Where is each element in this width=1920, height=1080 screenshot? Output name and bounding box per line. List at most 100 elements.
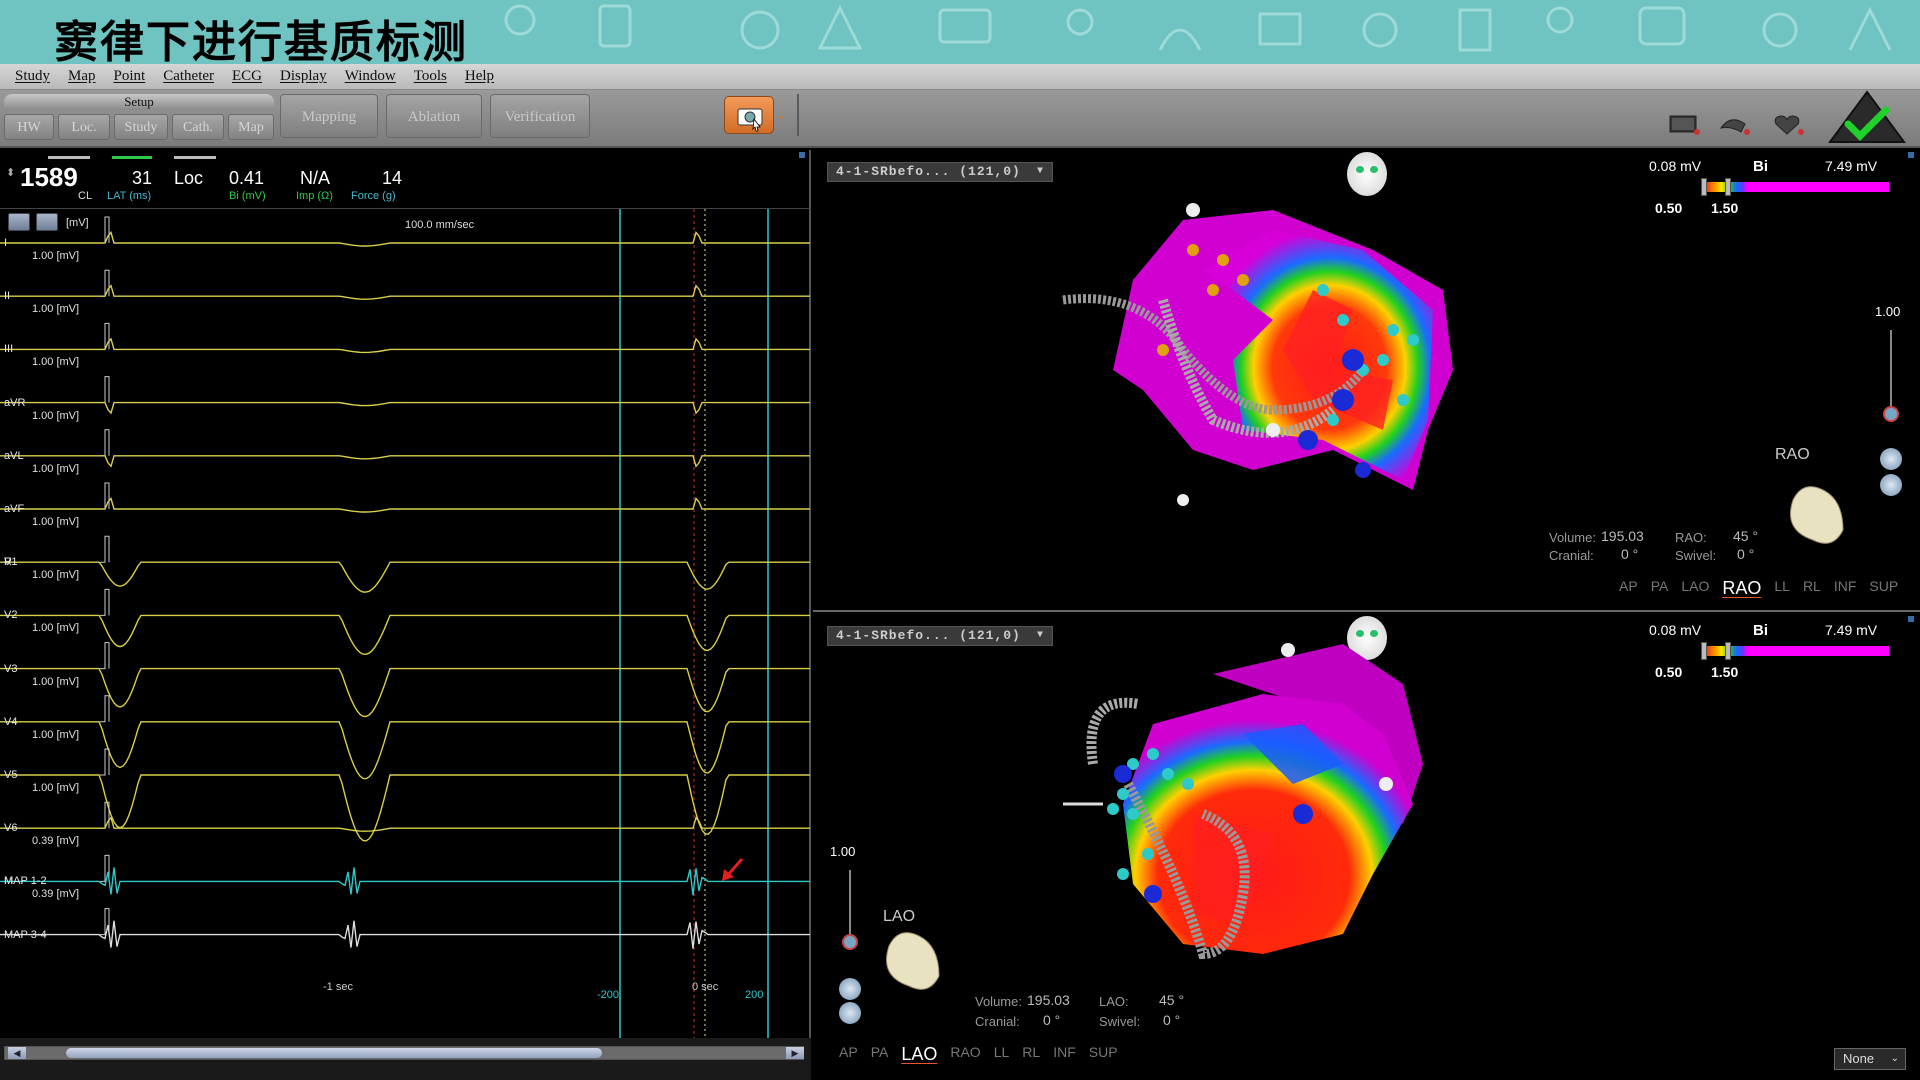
view-ap[interactable]: AP (839, 1044, 858, 1065)
lead-label: V4 (4, 715, 18, 728)
setup-label: Setup (4, 94, 274, 110)
menu-map[interactable]: Map (68, 68, 96, 85)
app-root: 窦律下进行基质标测 Study Map Point Catheter ECG D… (0, 0, 1920, 1080)
lead-scale: 1.00 [mV] (32, 462, 80, 475)
slider-track (849, 870, 851, 940)
map-bottom-opacity-slider[interactable]: 1.00 (830, 844, 861, 1024)
menu-help[interactable]: Help (465, 68, 494, 85)
calibration-pulse (100, 535, 110, 563)
none-select-value: None (1843, 1051, 1875, 1066)
monitor-icon[interactable] (1668, 114, 1702, 136)
menu-display[interactable]: Display (280, 68, 327, 85)
slider-knob[interactable] (842, 934, 858, 950)
scroll-left-icon[interactable]: ◀ (8, 1047, 26, 1059)
cl-stepper-icon[interactable]: ⬍ (6, 166, 15, 179)
panel-corner-marker (1908, 616, 1914, 622)
view-inf[interactable]: INF (1053, 1044, 1076, 1065)
lead-scale: 1.00 [mV] (32, 409, 80, 422)
view-rao[interactable]: RAO (950, 1044, 980, 1065)
accept-check-icon[interactable] (1828, 90, 1906, 144)
ablation-button[interactable]: Ablation (386, 94, 482, 138)
ecg-trace-9 (0, 721, 810, 780)
scroll-right-icon[interactable]: ▶ (786, 1047, 804, 1059)
scrollbar-thumb[interactable] (66, 1048, 602, 1058)
zoom-in-icon[interactable] (1880, 448, 1902, 470)
menu-window[interactable]: Window (345, 68, 396, 85)
swivel-value: 0 ° (1163, 1012, 1181, 1028)
ecg-traces-svg[interactable] (0, 209, 811, 1039)
lead-scale: 1.00 [mV] (32, 622, 80, 635)
heart-icon[interactable] (1772, 114, 1806, 136)
menu-study[interactable]: Study (15, 68, 50, 85)
setup-cath-button[interactable]: Cath. (172, 114, 224, 140)
view-rao-active[interactable]: RAO (1722, 578, 1761, 599)
view-sup[interactable]: SUP (1869, 578, 1898, 599)
view-sup[interactable]: SUP (1089, 1044, 1118, 1065)
mapping-button[interactable]: Mapping (280, 94, 378, 138)
ecg-trace-7 (0, 614, 810, 656)
imp-value: N/A (300, 168, 331, 188)
cb-min: 0.08 mV (1649, 622, 1702, 638)
slider-value: 1.00 (830, 844, 856, 859)
panel-corner-marker (799, 152, 805, 158)
calibration-pulse (100, 588, 110, 616)
none-select[interactable]: None ⌄ (1834, 1048, 1906, 1070)
view-inf[interactable]: INF (1834, 578, 1857, 599)
heart-orientation-model (1790, 486, 1844, 544)
view-pa[interactable]: PA (1651, 578, 1669, 599)
view-lao-active[interactable]: LAO (901, 1044, 937, 1065)
time-label-200: 200 (745, 989, 764, 1001)
zoom-out-icon[interactable] (839, 1002, 861, 1024)
ecg-scrollbar[interactable]: ◀ ▶ (0, 1038, 811, 1080)
cb-low-handle[interactable] (1701, 178, 1707, 196)
view-ll[interactable]: LL (1774, 578, 1790, 599)
slider-knob[interactable] (1883, 406, 1899, 422)
verification-button[interactable]: Verification (490, 94, 590, 138)
cb-low-handle[interactable] (1701, 642, 1707, 660)
ecg-trace-1 (0, 284, 810, 300)
map-top-colorbar[interactable]: 0.08 mV Bi 7.49 mV 0.50 1.50 (1649, 158, 1899, 218)
ecg-trace-4 (0, 455, 810, 468)
map-top-3d-model[interactable] (1033, 170, 1493, 610)
ecg-trace-5 (0, 497, 810, 513)
cb-high-handle[interactable] (1725, 642, 1731, 660)
map-bottom-colorbar[interactable]: 0.08 mV Bi 7.49 mV 0.50 1.50 (1649, 622, 1899, 682)
lead-scale: 1.00 [mV] (32, 569, 80, 582)
calibration-pulse (100, 376, 110, 404)
lead-scale: 0.39 [mV] (32, 888, 80, 901)
view-rl[interactable]: RL (1022, 1044, 1040, 1065)
zoom-in-icon[interactable] (839, 978, 861, 1000)
chevron-down-icon[interactable]: ⌄ (777, 108, 787, 122)
view-ap[interactable]: AP (1619, 578, 1638, 599)
lead-label: aVR (4, 396, 26, 409)
view-rl[interactable]: RL (1803, 578, 1821, 599)
cb-high-handle[interactable] (1725, 178, 1731, 196)
setup-map-button[interactable]: Map (228, 114, 274, 140)
cl-label: CL (78, 190, 93, 202)
calibration-pulse (100, 429, 110, 457)
setup-study-button[interactable]: Study (114, 114, 168, 140)
view-ll[interactable]: LL (994, 1044, 1010, 1065)
map-view-icon[interactable] (1718, 114, 1752, 136)
ecg-trace-2 (0, 337, 810, 354)
ecg-trace-13 (0, 920, 810, 949)
snapshot-button[interactable] (724, 96, 774, 134)
map-top-opacity-slider[interactable]: 1.00 (1875, 304, 1902, 500)
cb-max: 7.49 mV (1825, 158, 1878, 174)
view-lao[interactable]: LAO (1681, 578, 1709, 599)
lead-scale: 1.00 [mV] (32, 250, 80, 262)
zoom-out-icon[interactable] (1880, 474, 1902, 496)
menu-ecg[interactable]: ECG (232, 68, 262, 85)
map-top-dropdown[interactable]: 4-1-SRbefo... (121,0) ▼ (827, 162, 1053, 182)
calibration-pulse (100, 642, 110, 670)
menu-point[interactable]: Point (114, 68, 146, 85)
rao-label: RAO: (1675, 530, 1707, 545)
menu-tools[interactable]: Tools (414, 68, 447, 85)
map-bottom-dropdown[interactable]: 4-1-SRbefo... (121,0) ▼ (827, 626, 1053, 646)
view-pa[interactable]: PA (871, 1044, 889, 1065)
toolbar-divider (797, 94, 799, 136)
setup-loc-button[interactable]: Loc. (58, 114, 110, 140)
menu-catheter[interactable]: Catheter (163, 68, 214, 85)
marker-r: R (4, 556, 12, 568)
setup-hw-button[interactable]: HW (4, 114, 54, 140)
